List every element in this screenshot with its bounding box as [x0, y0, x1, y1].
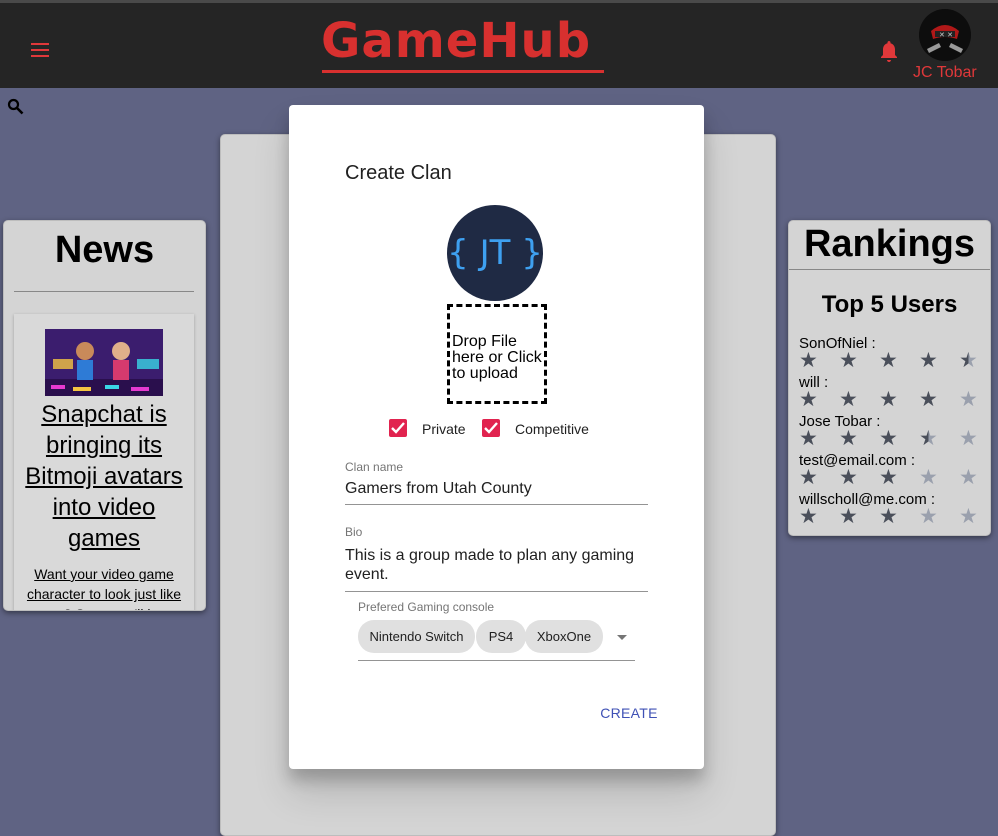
clan-name-underline: [345, 504, 648, 505]
bio-label: Bio: [345, 525, 363, 539]
create-clan-dialog: Create Clan { JT } Drop File here or Cli…: [289, 105, 704, 769]
clan-avatar: { JT }: [447, 205, 543, 301]
create-button[interactable]: CREATE: [593, 700, 665, 726]
chevron-down-icon[interactable]: [617, 635, 627, 640]
dialog-title: Create Clan: [345, 162, 452, 184]
competitive-checkbox-label[interactable]: Competitive: [515, 421, 589, 437]
clan-name-label: Clan name: [345, 460, 404, 474]
clan-name-input[interactable]: Gamers from Utah County: [345, 479, 648, 498]
console-select-label: Prefered Gaming console: [358, 600, 495, 614]
check-icon: [391, 422, 405, 434]
file-dropzone[interactable]: Drop File here or Click to upload: [447, 304, 547, 404]
private-checkbox[interactable]: [389, 419, 407, 437]
chip-nintendo-switch[interactable]: Nintendo Switch: [358, 620, 475, 653]
console-select-underline: [358, 660, 635, 661]
bio-underline: [345, 591, 648, 592]
check-icon: [484, 422, 498, 434]
chip-ps4[interactable]: PS4: [476, 620, 526, 653]
chip-xboxone[interactable]: XboxOne: [525, 620, 603, 653]
competitive-checkbox[interactable]: [482, 419, 500, 437]
bio-textarea[interactable]: This is a group made to plan any gaming …: [345, 546, 648, 584]
private-checkbox-label[interactable]: Private: [422, 421, 466, 437]
